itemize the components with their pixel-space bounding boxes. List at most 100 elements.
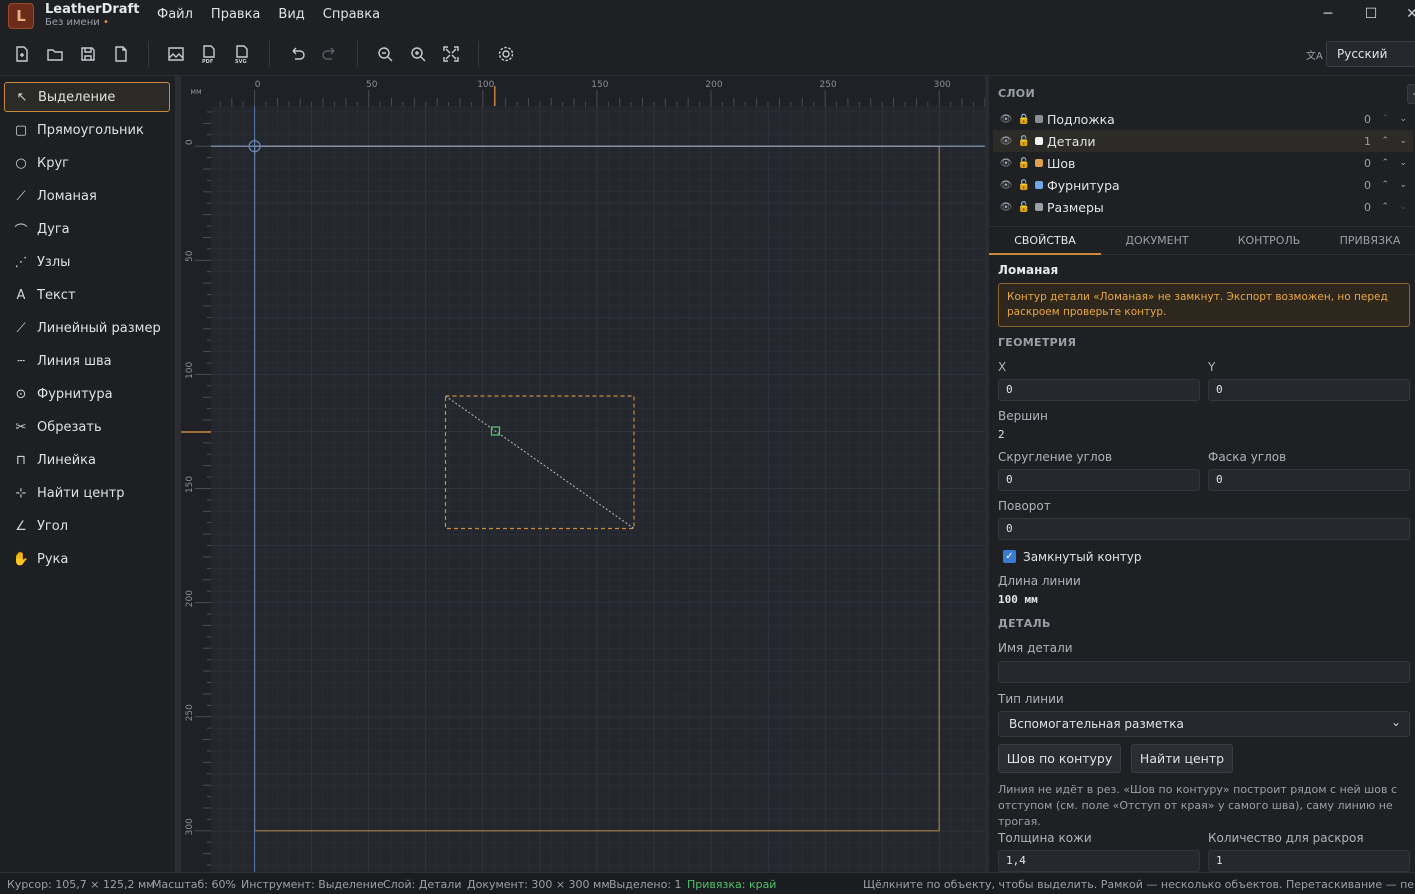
rotation-input[interactable]: 0	[998, 518, 1410, 540]
detail-name-label: Имя детали	[998, 641, 1073, 655]
settings-gear-icon[interactable]	[496, 44, 516, 64]
export-pdf-icon[interactable]: PDF	[199, 44, 219, 64]
eye-icon[interactable]: 👁	[997, 180, 1015, 191]
tool-label: Фурнитура	[37, 386, 113, 402]
tool-rectangle[interactable]: ▢ Прямоугольник	[4, 115, 170, 145]
lock-icon[interactable]: 🔒	[1015, 114, 1033, 125]
ruler-icon: ⟋	[16, 320, 26, 336]
chevron-down-icon[interactable]: ⌄	[1399, 114, 1407, 124]
line-type-select[interactable]: Вспомогательная разметка ⌄	[998, 711, 1410, 737]
minimize-button[interactable]: ─	[1318, 6, 1338, 26]
tool-linear-dimension[interactable]: ⟋ Линейный размер	[4, 313, 170, 343]
language-select[interactable]: Русский⌄	[1326, 41, 1415, 67]
tool-ruler[interactable]: ⊓ Линейка	[4, 445, 170, 475]
close-button[interactable]: ✕	[1402, 6, 1415, 26]
export-image-icon[interactable]	[166, 44, 186, 64]
tool-angle[interactable]: ∠ Угол	[4, 511, 170, 541]
chevron-down-icon[interactable]: ⌄	[1399, 180, 1407, 190]
chevron-up-icon[interactable]: ⌃	[1381, 180, 1389, 190]
undo-icon[interactable]	[287, 44, 307, 64]
ruler-label: 100	[185, 362, 195, 379]
layer-row-selected[interactable]: 👁 🔓 Детали 1 ⌃ ⌄	[993, 130, 1413, 152]
save-icon[interactable]	[78, 44, 98, 64]
tool-stitch-line[interactable]: ┄ Линия шва	[4, 346, 170, 376]
unlock-icon[interactable]: 🔓	[1015, 158, 1033, 169]
tool-text[interactable]: A Текст	[4, 280, 170, 310]
detail-name-input[interactable]	[998, 661, 1410, 683]
tool-circle[interactable]: ○ Круг	[4, 148, 170, 178]
unlock-icon[interactable]: 🔓	[1015, 180, 1033, 191]
nodes-icon: ⋰	[14, 254, 28, 270]
layer-row[interactable]: 👁 🔓 Размеры 0 ⌃ ⌄	[993, 196, 1413, 218]
layer-row[interactable]: 👁 🔒 Подложка 0 ⌃ ⌄	[993, 108, 1413, 130]
ruler-label: 50	[185, 250, 195, 262]
corner-rounding-input[interactable]: 0	[998, 469, 1200, 491]
tool-nodes[interactable]: ⋰ Узлы	[4, 247, 170, 277]
tab-document[interactable]: ДОКУМЕНТ	[1101, 227, 1213, 255]
layer-count: 0	[1364, 178, 1371, 192]
chevron-down-icon[interactable]: ⌄	[1399, 202, 1407, 212]
x-label: X	[998, 360, 1007, 374]
corner-chamfer-input[interactable]: 0	[1208, 469, 1410, 491]
tool-hand[interactable]: ✋ Рука	[4, 544, 170, 574]
layer-color-swatch	[1035, 203, 1043, 211]
find-center-button[interactable]: Найти центр	[1131, 744, 1233, 773]
redo-icon[interactable]	[320, 44, 340, 64]
unlock-icon[interactable]: 🔓	[1015, 202, 1033, 213]
export-svg-icon[interactable]: SVG	[232, 44, 252, 64]
canvas-svg[interactable]: мм 0 50 100 150 200 250 300 0 50 100 150 200 250 300	[181, 76, 985, 872]
tab-snap[interactable]: ПРИВЯЗКА	[1325, 227, 1415, 255]
ruler-label: 150	[591, 80, 608, 90]
chevron-up-icon[interactable]: ⌃	[1381, 114, 1389, 124]
layer-row[interactable]: 👁 🔓 Фурнитура 0 ⌃ ⌄	[993, 174, 1413, 196]
chevron-down-icon[interactable]: ⌄	[1399, 136, 1407, 146]
tab-properties[interactable]: СВОЙСТВА	[989, 227, 1101, 255]
tool-select[interactable]: ↖ Выделение	[4, 82, 170, 112]
open-folder-icon[interactable]	[45, 44, 65, 64]
y-input[interactable]: 0	[1208, 379, 1410, 401]
chevron-up-icon[interactable]: ⌃	[1381, 202, 1389, 212]
tool-trim[interactable]: ✂ Обрезать	[4, 412, 170, 442]
tool-label: Линия шва	[37, 353, 112, 369]
save-as-icon[interactable]	[111, 44, 131, 64]
menu-file[interactable]: Файл	[148, 7, 202, 22]
menu-view[interactable]: Вид	[269, 7, 313, 22]
tool-find-center[interactable]: ⊹ Найти центр	[4, 478, 170, 508]
seam-along-contour-button[interactable]: Шов по контуру	[998, 744, 1121, 773]
eye-icon[interactable]: 👁	[997, 114, 1015, 125]
app-name: LeatherDraft	[45, 2, 140, 17]
stitch-line-icon: ┄	[17, 353, 25, 369]
tool-polyline[interactable]: ⟋ Ломаная	[4, 181, 170, 211]
cut-quantity-input[interactable]: 1	[1208, 850, 1410, 872]
unlock-icon[interactable]: 🔓	[1015, 136, 1033, 147]
chevron-up-icon[interactable]: ⌃	[1381, 158, 1389, 168]
add-layer-button[interactable]: +	[1407, 84, 1415, 104]
zoom-out-icon[interactable]	[375, 44, 395, 64]
toolbar-separator	[478, 41, 479, 67]
maximize-button[interactable]: ☐	[1361, 6, 1381, 26]
leather-thickness-input[interactable]: 1,4	[998, 850, 1200, 872]
drawing-canvas[interactable]: мм 0 50 100 150 200 250 300 0 50 100 150 200 250 300	[181, 76, 985, 872]
status-tool: Инструмент: Выделение	[241, 878, 384, 891]
fit-to-screen-icon[interactable]	[441, 44, 461, 64]
new-file-icon[interactable]	[12, 44, 32, 64]
status-document: Документ: 300 × 300 мм	[467, 878, 610, 891]
tab-control[interactable]: КОНТРОЛЬ	[1213, 227, 1325, 255]
eye-icon[interactable]: 👁	[997, 158, 1015, 169]
eye-icon[interactable]: 👁	[997, 136, 1015, 147]
ruler-label: 250	[185, 704, 195, 721]
chevron-up-icon[interactable]: ⌃	[1381, 136, 1389, 146]
layers-title: СЛОИ	[998, 87, 1035, 100]
rotation-label: Поворот	[998, 499, 1051, 513]
tool-arc[interactable]: ⌒ Дуга	[4, 214, 170, 244]
chevron-down-icon: ⌄	[1390, 715, 1401, 729]
menu-edit[interactable]: Правка	[202, 7, 269, 22]
zoom-in-icon[interactable]	[408, 44, 428, 64]
layer-row[interactable]: 👁 🔓 Шов 0 ⌃ ⌄	[993, 152, 1413, 174]
closed-contour-checkbox[interactable]: ✓	[1003, 550, 1016, 563]
menu-help[interactable]: Справка	[314, 7, 389, 22]
x-input[interactable]: 0	[998, 379, 1200, 401]
eye-icon[interactable]: 👁	[997, 202, 1015, 213]
tool-hardware[interactable]: ⊙ Фурнитура	[4, 379, 170, 409]
chevron-down-icon[interactable]: ⌄	[1399, 158, 1407, 168]
